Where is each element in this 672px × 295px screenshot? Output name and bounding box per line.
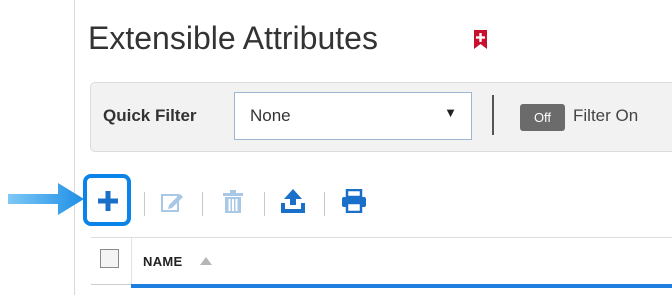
header-bottom-border (91, 284, 131, 285)
callout-arrow-icon (8, 183, 84, 215)
toolbar-separator (324, 192, 325, 216)
filter-divider (492, 95, 494, 135)
trash-icon[interactable] (222, 190, 244, 214)
bookmark-plus-icon[interactable] (473, 29, 488, 50)
sort-ascending-icon (200, 257, 212, 265)
select-all-checkbox[interactable] (100, 249, 119, 268)
page-title: Extensible Attributes (88, 20, 378, 56)
column-divider (131, 238, 132, 284)
column-header-name[interactable]: NAME (143, 254, 182, 269)
toolbar-separator (264, 192, 265, 216)
export-icon[interactable] (280, 188, 306, 214)
dropdown-arrow-icon: ▼ (444, 105, 457, 120)
toolbar-separator (144, 192, 145, 216)
toolbar-separator (202, 192, 203, 216)
filter-toggle[interactable]: Off (520, 104, 565, 131)
plus-icon[interactable] (96, 189, 120, 213)
column-active-underline (131, 284, 672, 288)
quick-filter-select[interactable]: None ▼ (234, 92, 472, 140)
filter-on-label: Filter On (573, 106, 639, 125)
quick-filter-label: Quick Filter (103, 106, 197, 125)
quick-filter-value: None (250, 106, 291, 125)
edit-icon[interactable] (160, 190, 184, 214)
content-left-border (74, 0, 75, 295)
print-icon[interactable] (341, 189, 367, 213)
